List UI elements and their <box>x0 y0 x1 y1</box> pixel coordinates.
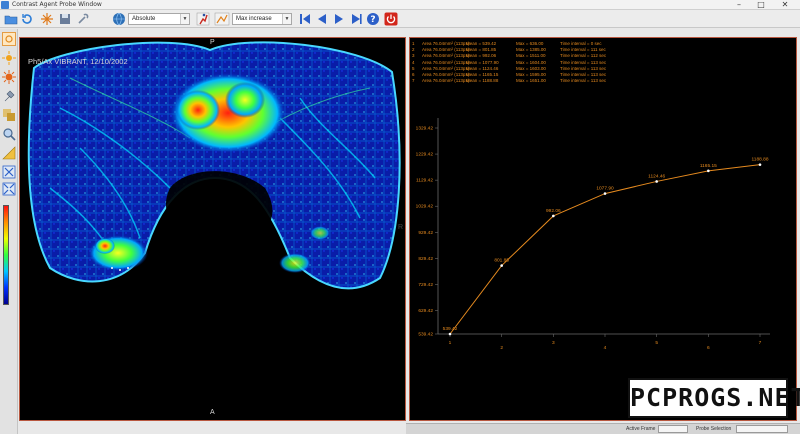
app-icon <box>1 1 9 9</box>
wrench-icon[interactable] <box>76 12 90 26</box>
maximize-button[interactable]: □ <box>752 0 770 10</box>
probe-selection-field[interactable] <box>736 425 788 433</box>
globe-icon[interactable] <box>112 12 126 26</box>
status-bar: Active Frame Probe Selection <box>406 423 800 434</box>
watermark-text: PCPROGS.NET <box>630 383 800 412</box>
filter-select[interactable]: Max increase ▼ <box>232 13 292 25</box>
fullscreen-icon[interactable] <box>2 182 16 196</box>
x-tick-label: 4 <box>604 345 607 351</box>
y-tick-label: 729.42 <box>418 282 433 288</box>
contrast-agent-probe-window: Contrast Agent Probe Window – □ ✕ Absolu… <box>0 0 800 434</box>
svg-text:?: ? <box>370 15 375 25</box>
signal-curve-panel: 1 Area 76.04mm² (113px) Mean = 539.42 Max =… <box>409 37 797 421</box>
close-window-button[interactable]: ✕ <box>776 0 794 10</box>
x-tick-label: 7 <box>759 340 762 346</box>
x-tick-label: 2 <box>500 345 503 351</box>
minimize-button[interactable]: – <box>730 0 748 10</box>
y-tick-label: 829.42 <box>418 256 433 262</box>
mode-select-value: Absolute <box>132 16 156 22</box>
filter-select-value: Max increase <box>236 16 272 22</box>
x-tick-label: 5 <box>655 340 658 346</box>
data-point <box>655 180 658 183</box>
data-label: 1188.88 <box>752 157 769 163</box>
fireworks-icon[interactable] <box>40 12 54 26</box>
ruler-icon[interactable] <box>2 146 16 160</box>
data-point <box>552 214 555 218</box>
series-label: Ph5/Ax VIBRANT, 12/10/2002 <box>28 57 128 66</box>
title-bar: Contrast Agent Probe Window – □ ✕ <box>0 0 800 10</box>
left-tool-column <box>0 29 18 434</box>
active-frame-field[interactable] <box>658 425 688 433</box>
mri-image-panel[interactable]: P A Ph5/Ax VIBRANT, 12/10/2002 <box>19 37 406 421</box>
help-icon[interactable]: ? <box>366 12 380 26</box>
y-tick-label: 1029.42 <box>416 204 434 210</box>
y-tick-label: 929.42 <box>418 230 433 236</box>
power-icon[interactable] <box>384 12 398 26</box>
orientation-marker-bottom: A <box>210 409 215 416</box>
magnifier-icon[interactable] <box>2 127 16 141</box>
window-title: Contrast Agent Probe Window <box>12 1 102 8</box>
data-label: 539.42 <box>443 326 458 332</box>
contrast-icon[interactable] <box>2 70 16 84</box>
orientation-marker-top: P <box>210 39 215 46</box>
open-folder-icon[interactable] <box>4 12 18 26</box>
signal-curve-chart: 539.42629.42729.42829.42929.421029.42112… <box>416 118 770 351</box>
run-icon[interactable] <box>196 12 210 26</box>
next-frame-icon[interactable] <box>349 12 363 26</box>
y-tick-label: 1229.42 <box>416 152 434 158</box>
data-point <box>500 264 503 267</box>
orientation-marker-right: R <box>398 224 404 231</box>
filter-icon <box>214 12 230 26</box>
data-point <box>707 169 710 173</box>
chevron-down-icon: ▼ <box>282 14 291 24</box>
play-icon[interactable] <box>332 12 346 26</box>
duplicate-icon[interactable] <box>2 108 16 122</box>
save-icon[interactable] <box>58 12 72 26</box>
data-label: 992.06 <box>546 208 561 214</box>
refresh-icon[interactable] <box>20 12 34 26</box>
watermark-badge: PCPROGS.NET <box>628 378 800 418</box>
data-label: 1124.46 <box>648 173 665 179</box>
data-point <box>603 192 607 195</box>
y-tick-label: 1329.42 <box>416 126 434 132</box>
toolbar: Absolute ▼ Max increase ▼ ? <box>0 10 800 28</box>
data-label: 1077.90 <box>596 186 614 192</box>
data-label: 1165.15 <box>700 163 717 169</box>
brightness-icon[interactable] <box>2 51 16 65</box>
mri-perfusion-image <box>27 41 401 290</box>
data-point <box>448 332 452 336</box>
fit-window-icon[interactable] <box>2 165 16 179</box>
sun-target-icon[interactable] <box>2 32 16 46</box>
color-scale-bar <box>3 205 9 305</box>
probe-icon[interactable] <box>2 89 16 103</box>
previous-frame-icon[interactable] <box>315 12 329 26</box>
first-frame-icon[interactable] <box>298 12 312 26</box>
x-tick-label: 1 <box>449 340 452 346</box>
x-tick-label: 3 <box>552 340 555 346</box>
y-tick-label: 539.42 <box>418 332 433 338</box>
data-point <box>758 163 762 166</box>
y-tick-label: 629.42 <box>418 308 433 314</box>
active-frame-label: Active Frame <box>626 426 656 432</box>
y-tick-label: 1129.42 <box>416 178 433 184</box>
chevron-down-icon: ▼ <box>180 14 189 24</box>
mode-select[interactable]: Absolute ▼ <box>128 13 190 25</box>
probe-selection-label: Probe Selection <box>696 426 732 432</box>
x-tick-label: 6 <box>707 345 710 351</box>
data-label: 801.85 <box>494 258 509 264</box>
